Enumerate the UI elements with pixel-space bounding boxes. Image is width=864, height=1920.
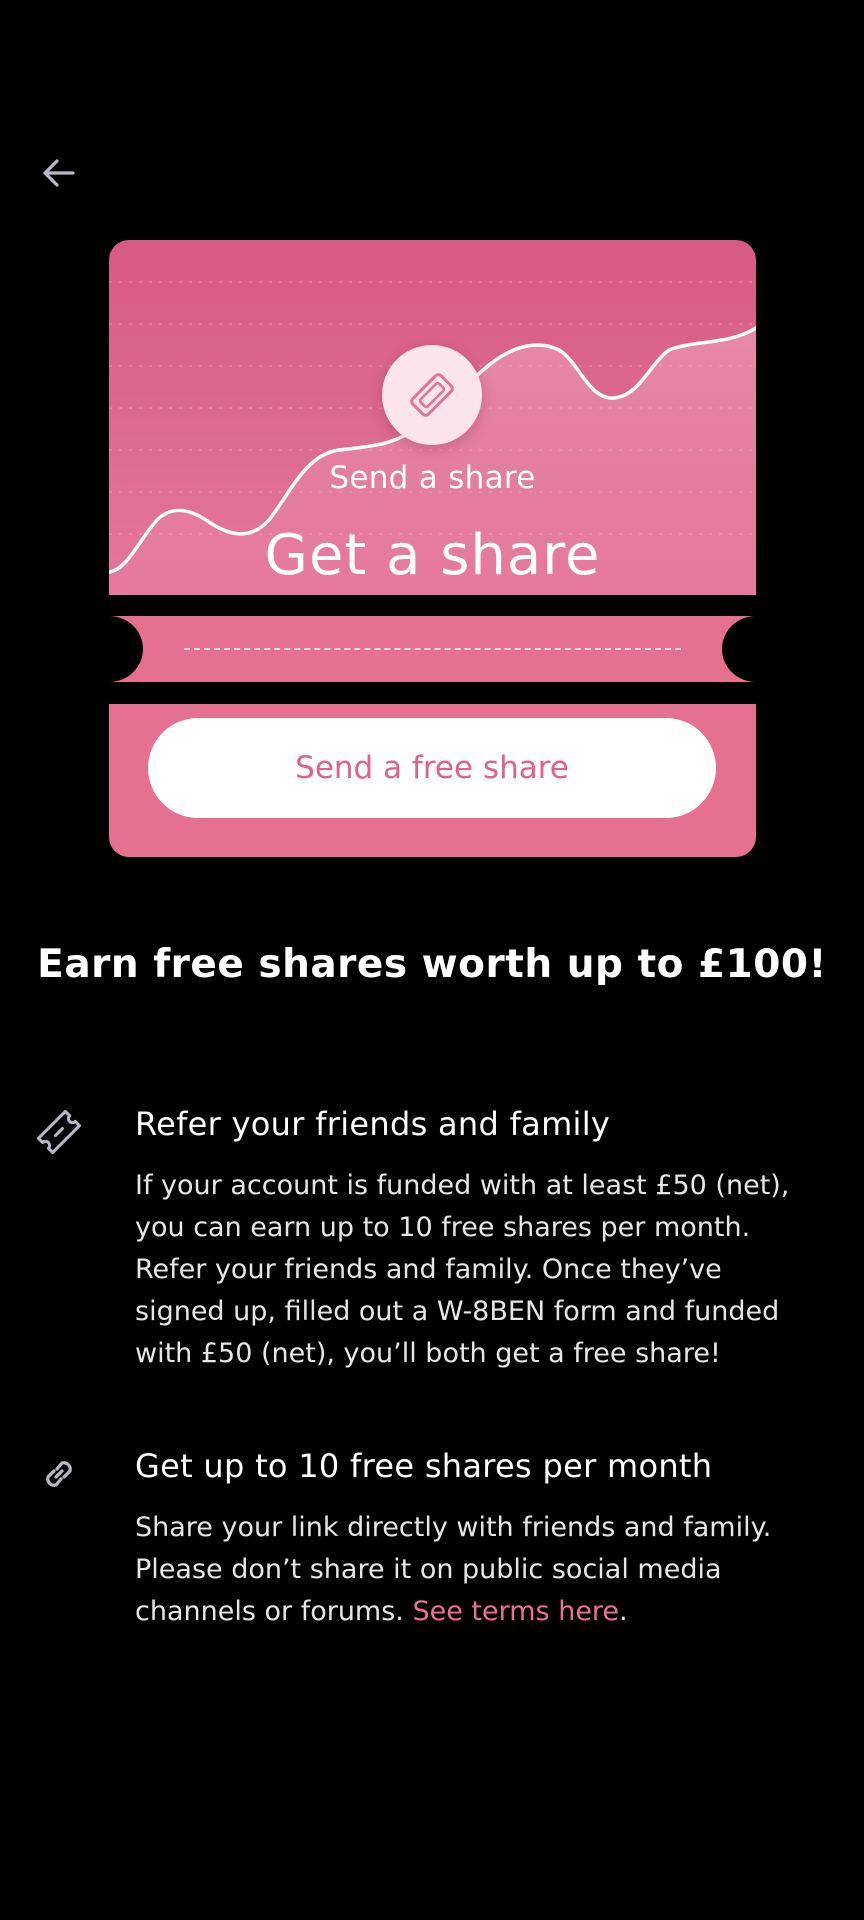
ticket-badge [382, 345, 482, 445]
see-terms-link[interactable]: See terms here [412, 1596, 619, 1627]
ticket-subtitle: Send a share [329, 460, 536, 496]
ticket-notch-right [722, 616, 756, 682]
ticket-outline-icon [36, 1109, 82, 1155]
info-title-refer: Refer your friends and family [135, 1105, 611, 1143]
headline: Earn free shares worth up to £100! [37, 942, 827, 987]
info-body-refer: If your account is funded with at least … [135, 1170, 790, 1369]
send-free-share-button[interactable]: Send a free share [148, 718, 716, 818]
perforation-line [184, 648, 681, 650]
ticket-notch-left [109, 616, 143, 682]
ticket-icon [410, 373, 454, 417]
link-icon [46, 1461, 72, 1487]
ticket-perforation [109, 616, 756, 682]
ticket-card-bottom: Send a free share [109, 704, 756, 857]
info-body-link: Share your link directly with friends an… [135, 1507, 815, 1633]
info-title-link: Get up to 10 free shares per month [135, 1447, 713, 1485]
ticket-title: Get a share [264, 523, 601, 588]
ticket-card-top: Send a share Get a share [109, 240, 756, 595]
back-button[interactable] [26, 140, 92, 206]
info-body-link-suffix: . [619, 1596, 628, 1627]
arrow-left-icon [43, 159, 75, 187]
